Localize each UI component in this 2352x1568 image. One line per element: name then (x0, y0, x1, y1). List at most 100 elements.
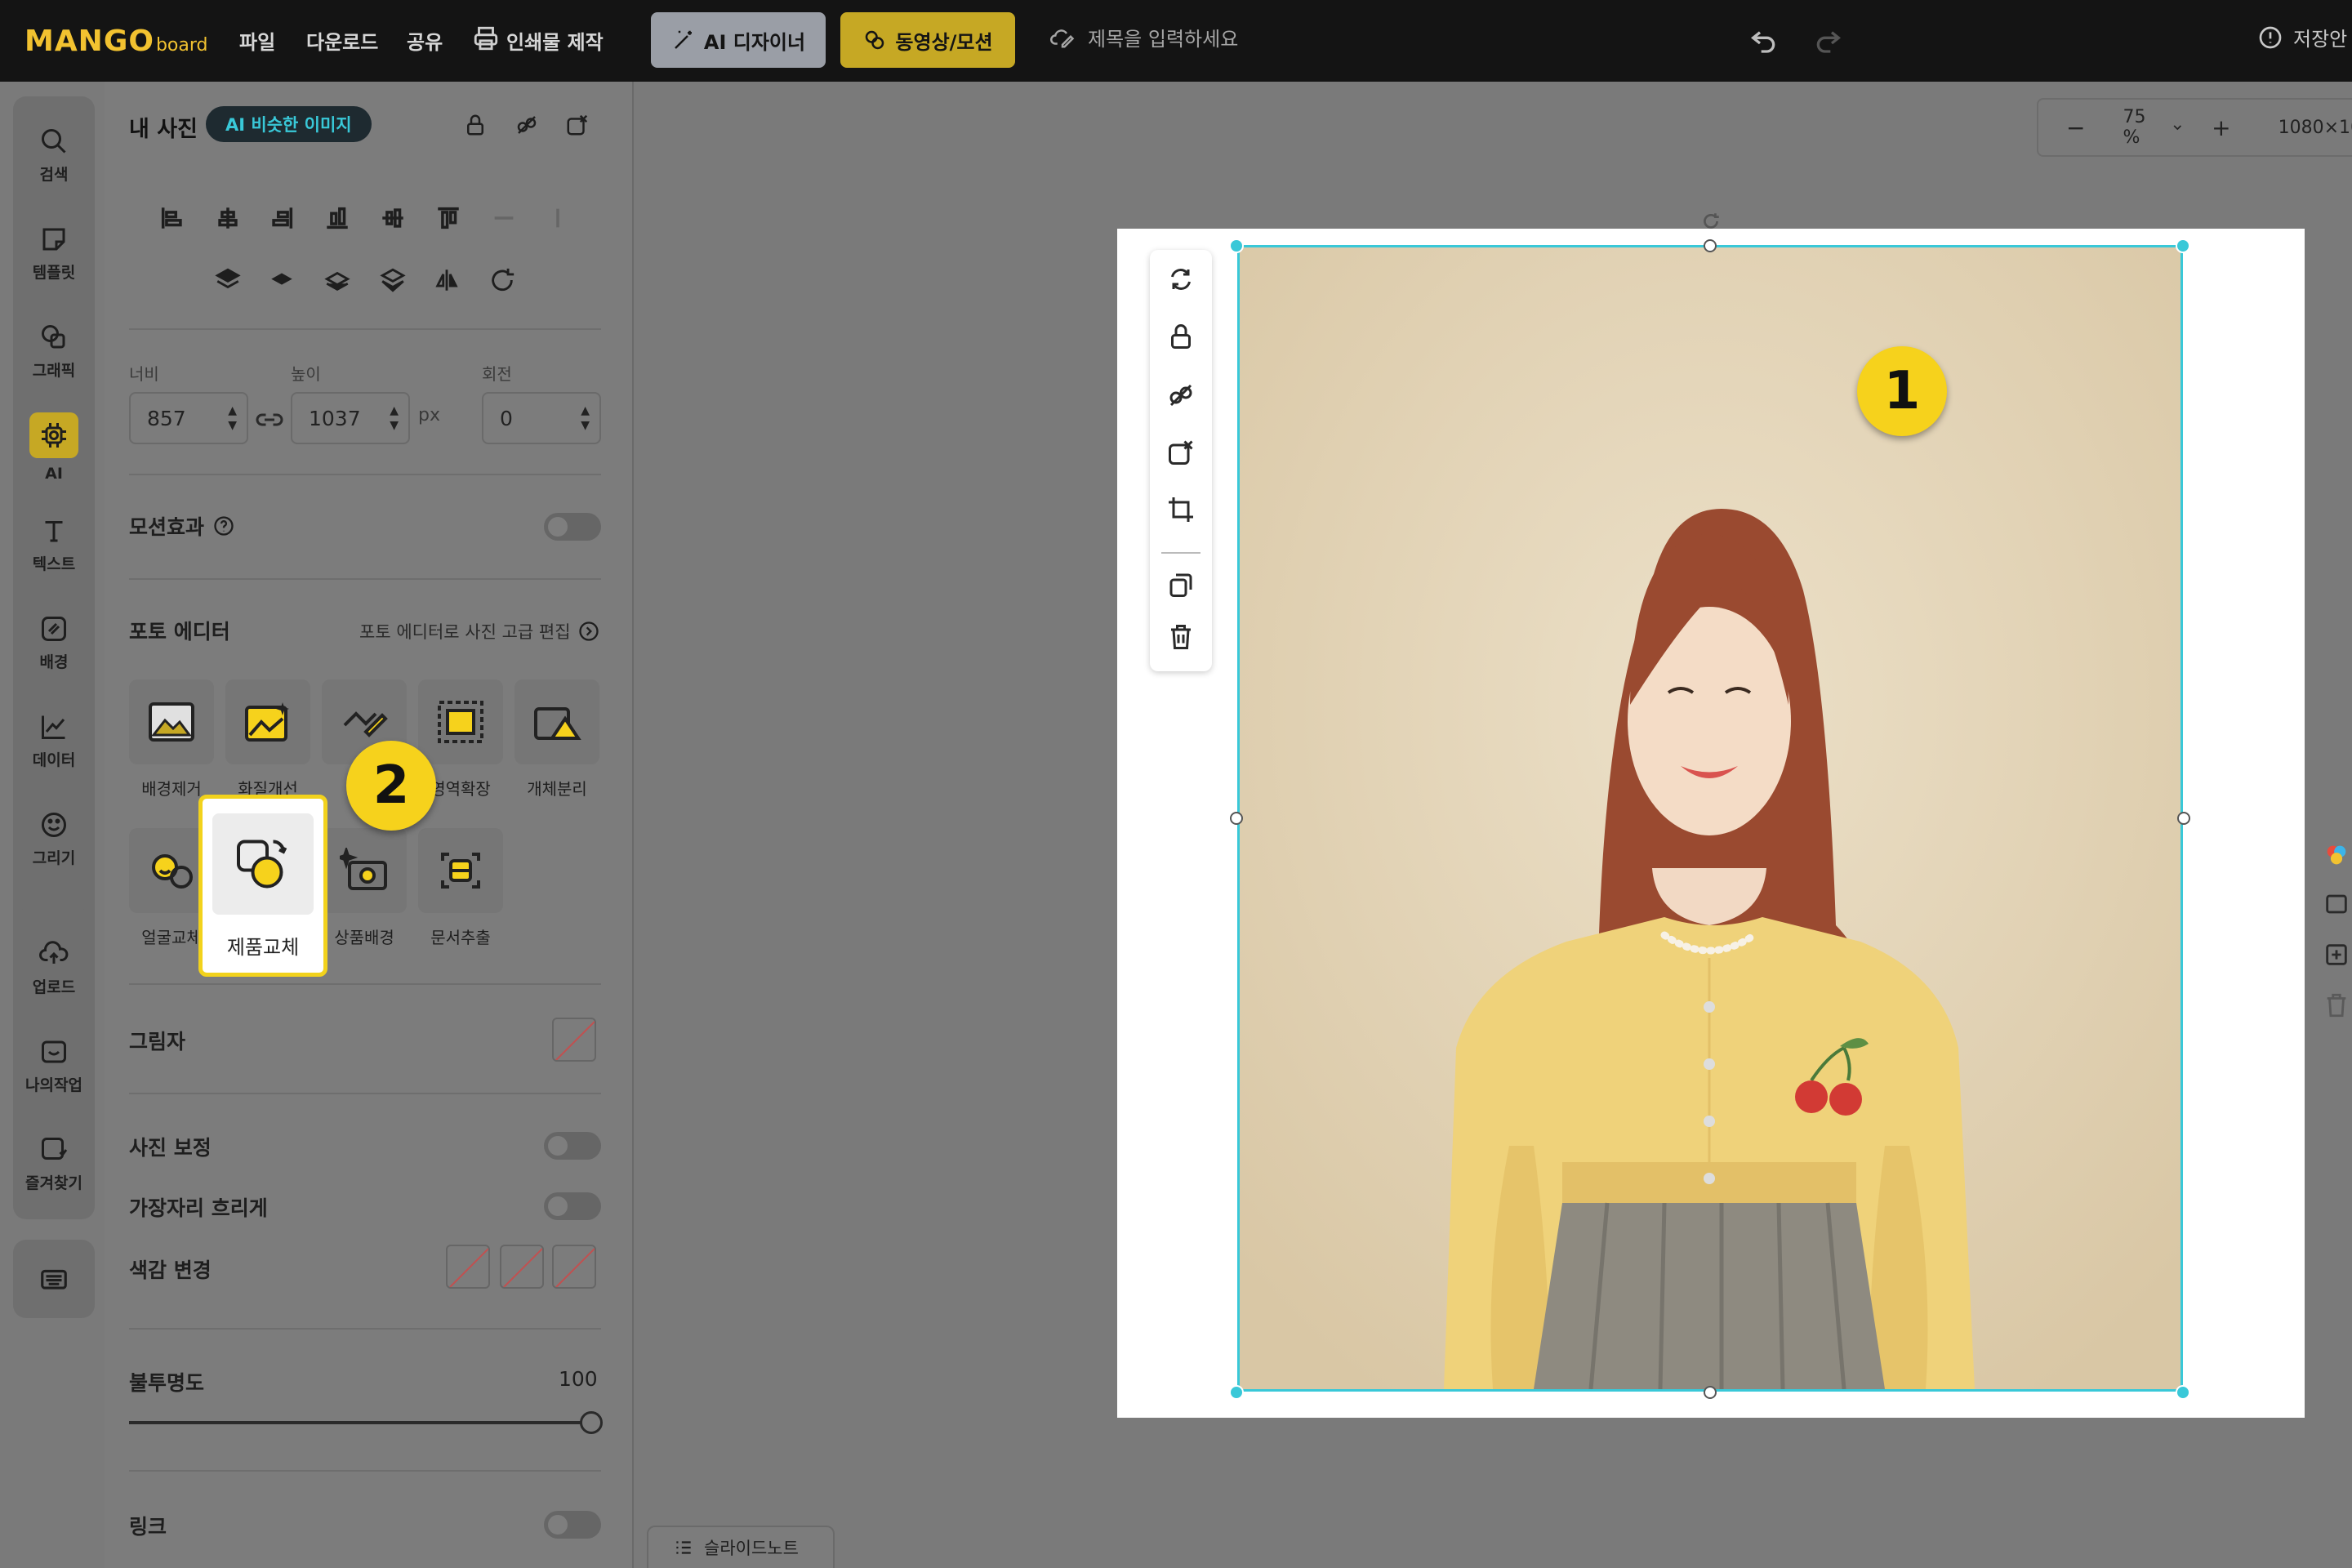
unlink-icon[interactable] (1166, 381, 1196, 410)
resize-handle-bottom-left[interactable] (1229, 1385, 1244, 1400)
rotate-icon[interactable] (488, 266, 516, 294)
step-badge-1: 1 (1857, 346, 1947, 436)
replace-image-icon[interactable] (1166, 438, 1196, 467)
align-top-icon[interactable] (434, 204, 462, 232)
menu-download[interactable]: 다운로드 (306, 26, 378, 55)
canvas-size[interactable]: 1080×10 (2278, 118, 2352, 138)
photo-editor-advanced-link[interactable]: 포토 에디터로 사진 고급 편집 (359, 619, 600, 644)
align-middle-v-icon[interactable] (379, 204, 407, 232)
rotate-field[interactable]: 0 ▲ ▼ (482, 392, 601, 444)
opacity-slider-handle[interactable] (580, 1411, 603, 1434)
trash-icon[interactable] (1166, 622, 1196, 652)
rail-upload[interactable]: 업로드 (13, 923, 95, 1013)
unit-label: px (418, 405, 440, 425)
tool-remove-background[interactable] (129, 679, 214, 764)
resize-handle-top-left[interactable] (1229, 238, 1244, 253)
replace-image-icon[interactable] (565, 113, 590, 137)
shadow-swatch[interactable] (552, 1018, 596, 1062)
rail-label-template: 템플릿 (32, 263, 76, 282)
crop-icon[interactable] (1166, 495, 1196, 524)
rail-graphic[interactable]: 그래픽 (13, 306, 95, 396)
rail-label-data: 데이터 (32, 751, 76, 769)
bring-to-front-icon[interactable] (214, 266, 242, 294)
zoom-in-button[interactable]: + (2212, 114, 2230, 141)
title-input[interactable]: 제목을 입력하세요 (1049, 23, 1238, 51)
ai-similar-image-button[interactable]: AI 비슷한 이미지 (206, 106, 372, 142)
motion-effect-toggle[interactable] (544, 513, 601, 541)
help-icon[interactable] (212, 514, 235, 537)
height-stepper[interactable]: ▲ ▼ (390, 403, 399, 433)
send-to-back-icon[interactable] (379, 266, 407, 294)
opacity-slider-track[interactable] (129, 1421, 591, 1424)
page-icon[interactable] (2323, 890, 2350, 918)
redo-icon[interactable] (1811, 23, 1844, 56)
tool-separate-object[interactable] (514, 679, 599, 764)
rail-favorites[interactable]: 즐겨찾기 (13, 1119, 95, 1209)
link-ratio-icon[interactable] (255, 405, 284, 434)
color-swatch-3[interactable] (552, 1245, 596, 1289)
bring-forward-icon[interactable] (268, 266, 296, 294)
photo-correction-toggle[interactable] (544, 1132, 601, 1160)
slide-notes-tab[interactable]: 슬라이드노트 (647, 1526, 835, 1568)
rail-search[interactable]: 검색 (13, 110, 95, 200)
rail-draw[interactable]: 그리기 (13, 794, 95, 884)
menu-print[interactable]: 인쇄물 제작 (506, 26, 604, 55)
rail-background[interactable]: 배경 (13, 598, 95, 688)
mango-board-logo[interactable]: MANGO board (24, 24, 208, 58)
save-status[interactable]: 저장안 (2257, 23, 2347, 51)
tool-enhance-quality[interactable] (225, 679, 310, 764)
swap-icon[interactable] (1166, 265, 1196, 294)
ai-designer-button[interactable]: AI 디자이너 (651, 12, 826, 68)
height-field[interactable]: 1037 ▲ ▼ (291, 392, 410, 444)
menu-file[interactable]: 파일 (239, 26, 275, 55)
menu-share[interactable]: 공유 (407, 26, 443, 55)
rail-ai[interactable]: AI (13, 403, 95, 492)
rail-data[interactable]: 데이터 (13, 696, 95, 786)
resize-handle-left[interactable] (1230, 812, 1243, 825)
selected-photo[interactable] (1237, 245, 2183, 1392)
link-toggle[interactable] (544, 1511, 601, 1539)
motion-effect-row: 모션효과 (129, 511, 235, 541)
duplicate-icon[interactable] (1166, 570, 1196, 599)
rotate-stepper[interactable]: ▲ ▼ (581, 403, 590, 433)
resize-handle-right[interactable] (2177, 812, 2190, 825)
undo-icon[interactable] (1748, 23, 1780, 56)
resize-handle-bottom-right[interactable] (2176, 1385, 2190, 1400)
rail-text[interactable]: 텍스트 (13, 500, 95, 590)
zoom-out-button[interactable]: − (2066, 114, 2085, 141)
align-center-h-icon[interactable] (214, 204, 242, 232)
chevron-down-icon[interactable] (2171, 118, 2185, 136)
color-swatch-2[interactable] (500, 1245, 544, 1289)
tool-expand-area[interactable] (418, 679, 503, 764)
align-left-icon[interactable] (158, 204, 186, 232)
zoom-value[interactable]: 75 % (2123, 107, 2157, 148)
tool-product-background[interactable] (322, 828, 407, 913)
rail-my-work[interactable]: 나의작업 (13, 1021, 95, 1111)
color-swatch-1[interactable] (446, 1245, 490, 1289)
lock-icon[interactable] (1166, 322, 1196, 351)
rotate-handle-icon[interactable] (1700, 211, 1722, 232)
rail-template[interactable]: 템플릿 (13, 208, 95, 298)
video-motion-button[interactable]: 동영상/모션 (840, 12, 1015, 68)
add-page-icon[interactable] (2323, 941, 2350, 969)
product-replace-tool[interactable]: 제품교체 (198, 795, 327, 977)
divider (129, 328, 601, 330)
unlink-icon[interactable] (514, 113, 539, 137)
trash-icon[interactable] (2323, 991, 2350, 1019)
send-backward-icon[interactable] (323, 266, 351, 294)
height-value: 1037 (309, 406, 361, 430)
align-bottom-icon[interactable] (323, 204, 351, 232)
edge-blur-toggle[interactable] (544, 1192, 601, 1220)
lock-icon[interactable] (463, 113, 488, 137)
width-field[interactable]: 857 ▲ ▼ (129, 392, 248, 444)
rail-keyboard[interactable] (13, 1240, 95, 1318)
align-right-icon[interactable] (268, 204, 296, 232)
edge-blur-label: 가장자리 흐리게 (129, 1196, 268, 1220)
color-palette-icon[interactable] (2323, 841, 2350, 869)
resize-handle-top-right[interactable] (2176, 238, 2190, 253)
resize-handle-bottom[interactable] (1704, 1386, 1717, 1399)
resize-handle-top[interactable] (1704, 239, 1717, 252)
flip-horizontal-icon[interactable] (433, 266, 461, 294)
width-stepper[interactable]: ▲ ▼ (228, 403, 237, 433)
tool-extract-document[interactable] (418, 828, 503, 913)
